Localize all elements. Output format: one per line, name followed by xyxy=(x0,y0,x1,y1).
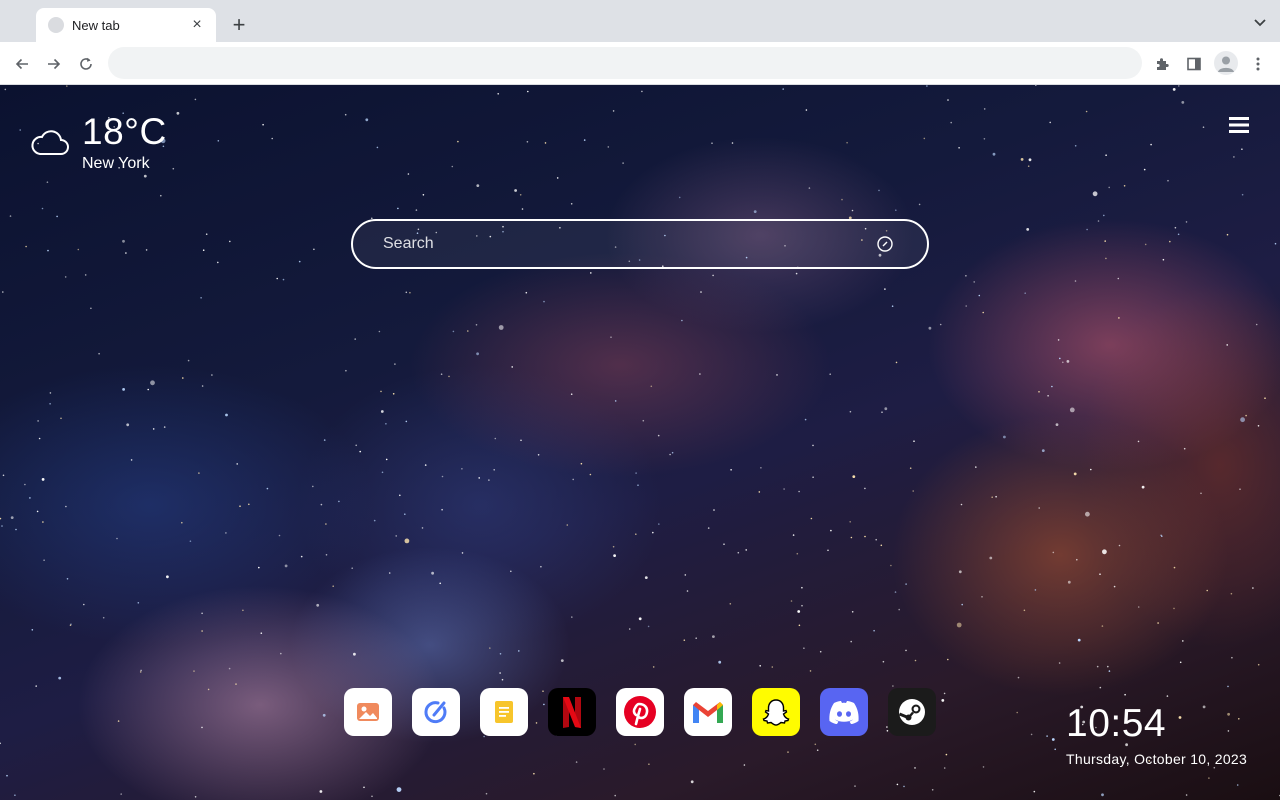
netflix-icon xyxy=(563,697,581,728)
hamburger-menu-icon[interactable] xyxy=(1229,116,1249,134)
address-bar[interactable] xyxy=(108,47,1142,79)
snapchat-icon xyxy=(762,699,790,726)
browser-menu-button[interactable] xyxy=(1246,52,1270,76)
dock-item-gmail[interactable] xyxy=(684,688,732,736)
tab-title: New tab xyxy=(72,17,120,33)
temperature: 18°C xyxy=(82,111,167,152)
forward-button[interactable] xyxy=(42,52,66,76)
clock-widget: 10:54 Thursday, October 10, 2023 xyxy=(1066,702,1248,768)
city-name: New York xyxy=(82,155,150,172)
weather-widget[interactable]: 18°C New York xyxy=(30,111,167,173)
browser-toolbar xyxy=(0,42,1280,85)
dock-item-notes[interactable] xyxy=(480,688,528,736)
dock-item-pinterest[interactable] xyxy=(616,688,664,736)
side-panel-icon xyxy=(1187,57,1201,71)
new-tab-page: 18°C New York Search 10:54 Thursday, Oct… xyxy=(0,85,1280,800)
tab-search-chevron-icon[interactable] xyxy=(1252,14,1268,30)
puzzle-icon xyxy=(1157,58,1169,70)
tab-close-icon[interactable]: × xyxy=(188,16,206,34)
side-panel-button[interactable] xyxy=(1182,52,1206,76)
pinterest-icon xyxy=(624,696,656,728)
app-dock xyxy=(344,688,956,736)
profile-avatar[interactable] xyxy=(1214,51,1238,75)
new-tab-button[interactable]: + xyxy=(226,12,252,38)
extensions-button[interactable] xyxy=(1150,52,1174,76)
person-icon xyxy=(1218,56,1234,72)
search-input[interactable] xyxy=(353,235,875,253)
tab-strip: New tab × + xyxy=(0,0,1280,42)
dock-item-edit[interactable] xyxy=(412,688,460,736)
dock-item-discord[interactable] xyxy=(820,688,868,736)
steam-icon xyxy=(898,699,925,725)
discord-icon xyxy=(829,701,859,724)
clock-time: 10:54 xyxy=(1066,702,1167,745)
search-icon[interactable] xyxy=(875,234,895,254)
clock-date: Thursday, October 10, 2023 xyxy=(1066,751,1248,767)
note-icon xyxy=(495,701,513,723)
cloud-icon xyxy=(31,130,69,155)
more-vertical-icon xyxy=(1256,57,1260,71)
dock-item-steam[interactable] xyxy=(888,688,936,736)
search-box xyxy=(351,219,929,269)
pen-icon xyxy=(424,701,447,724)
arrow-left-icon xyxy=(15,58,28,70)
reload-button[interactable] xyxy=(74,52,98,76)
gmail-icon xyxy=(693,702,723,723)
reload-icon xyxy=(80,57,92,70)
tab-favicon-icon xyxy=(48,17,64,33)
image-icon xyxy=(357,703,379,721)
tab-new-tab[interactable]: New tab × xyxy=(36,8,216,42)
dock-item-netflix[interactable] xyxy=(548,688,596,736)
arrow-right-icon xyxy=(48,58,61,70)
dock-item-photos[interactable] xyxy=(344,688,392,736)
back-button[interactable] xyxy=(10,52,34,76)
dock-item-snapchat[interactable] xyxy=(752,688,800,736)
